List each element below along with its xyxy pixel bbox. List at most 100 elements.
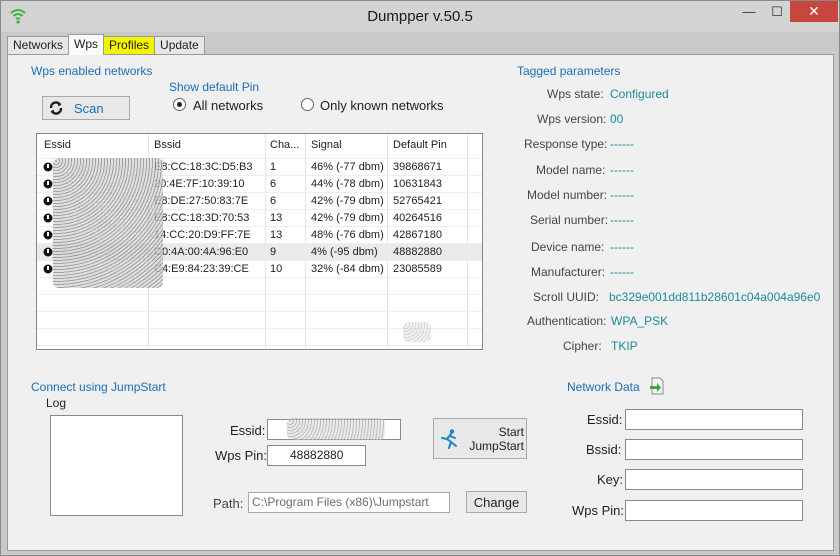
cell-channel: 6 <box>270 178 277 190</box>
cell-bssid: E8:DE:27:50:83:7E <box>154 195 249 207</box>
radio-only-known[interactable] <box>301 98 314 111</box>
manufacturer-label: Manufacturer: <box>531 265 606 279</box>
wifi-lock-icon <box>43 264 53 274</box>
model-number-label: Model number: <box>527 188 608 202</box>
radio-selected-dot <box>177 102 182 107</box>
cell-channel: 9 <box>270 246 277 258</box>
path-label: Path: <box>213 496 244 511</box>
column-header-signal[interactable]: Signal <box>311 139 342 151</box>
cell-default-pin: 48882880 <box>393 246 442 258</box>
radio-all-networks[interactable] <box>173 98 186 111</box>
column-header-channel[interactable]: Cha... <box>270 139 299 151</box>
cell-signal: 46% (-77 dbm) <box>311 161 384 173</box>
wps-networks-table[interactable]: Essid Bssid Cha... Signal Default Pin E8… <box>36 133 483 350</box>
table-row-empty <box>37 345 482 349</box>
redacted-essid-blur <box>287 418 385 440</box>
cell-signal: 48% (-76 dbm) <box>311 229 384 241</box>
jumpstart-essid-label: Essid: <box>230 423 266 438</box>
manufacturer-value: ------ <box>610 265 634 279</box>
response-type-value: ------ <box>610 137 634 151</box>
change-path-button[interactable]: Change <box>466 491 527 513</box>
minimize-button[interactable]: — <box>735 1 763 22</box>
cell-signal: 4% (-95 dbm) <box>311 246 378 258</box>
log-textbox[interactable] <box>50 415 183 516</box>
cell-default-pin: 23085589 <box>393 263 442 275</box>
model-name-value: ------ <box>610 163 634 177</box>
column-header-essid[interactable]: Essid <box>44 139 71 151</box>
cell-signal: 42% (-79 dbm) <box>311 195 384 207</box>
device-name-value: ------ <box>610 240 634 254</box>
app-window: Dumpper v.50.5 — ☐ ✕ Networks Wps Profil… <box>0 0 840 556</box>
export-document-icon[interactable] <box>648 377 666 395</box>
authentication-label: Authentication: <box>527 314 607 328</box>
tab-strip: Networks Wps Profiles Update <box>7 34 205 55</box>
network-key-field[interactable] <box>625 469 803 490</box>
network-wps-pin-field[interactable] <box>625 500 803 521</box>
cipher-label: Cipher: <box>563 339 602 353</box>
cell-signal: 32% (-84 dbm) <box>311 263 384 275</box>
wifi-lock-icon <box>43 247 53 257</box>
column-header-bssid[interactable]: Bssid <box>154 139 181 151</box>
cell-signal: 42% (-79 dbm) <box>311 212 384 224</box>
tab-wps[interactable]: Wps <box>68 34 105 55</box>
serial-number-label: Serial number: <box>530 213 609 227</box>
scan-button[interactable]: Scan <box>42 96 130 120</box>
tab-profiles[interactable]: Profiles <box>103 36 156 55</box>
network-essid-field[interactable] <box>625 409 803 430</box>
cell-channel: 10 <box>270 263 283 275</box>
table-header: Essid Bssid Cha... Signal Default Pin <box>37 134 482 158</box>
wps-state-label: Wps state: <box>547 87 604 101</box>
redacted-essid-blur <box>53 158 163 288</box>
cell-default-pin: 10631843 <box>393 178 442 190</box>
cell-channel: 6 <box>270 195 277 207</box>
serial-number-value: ------ <box>610 213 634 227</box>
network-wps-pin-label: Wps Pin: <box>572 503 625 518</box>
cell-default-pin: 52765421 <box>393 195 442 207</box>
title-bar[interactable]: Dumpper v.50.5 — ☐ ✕ <box>1 1 839 32</box>
scan-label: Scan <box>74 100 104 116</box>
cell-signal: 44% (-78 dbm) <box>311 178 384 190</box>
response-type-label: Response type: <box>524 137 608 151</box>
maximize-button[interactable]: ☐ <box>763 1 791 22</box>
redacted-blur <box>403 322 431 342</box>
scroll-uuid-label: Scroll UUID: <box>533 290 600 304</box>
tab-networks[interactable]: Networks <box>7 36 70 55</box>
start-jumpstart-button[interactable]: Start JumpStart <box>433 418 527 459</box>
wifi-lock-icon <box>43 213 53 223</box>
cell-bssid: E8:CC:18:3C:D5:B3 <box>154 161 253 173</box>
close-button[interactable]: ✕ <box>790 1 838 22</box>
window-title: Dumpper v.50.5 <box>367 8 473 25</box>
radio-all-networks-label[interactable]: All networks <box>193 98 263 113</box>
tagged-parameters-title: Tagged parameters <box>517 64 621 78</box>
wps-networks-title: Wps enabled networks <box>31 64 153 78</box>
cell-channel: 1 <box>270 161 277 173</box>
cipher-value: TKIP <box>611 339 638 353</box>
cell-bssid: C4:E9:84:23:39:CE <box>154 263 249 275</box>
table-row-empty <box>37 294 482 311</box>
jumpstart-wps-pin-label: Wps Pin: <box>215 448 268 463</box>
column-header-default-pin[interactable]: Default Pin <box>393 139 447 151</box>
radio-only-known-label[interactable]: Only known networks <box>320 98 444 113</box>
network-key-label: Key: <box>597 472 624 487</box>
cell-bssid: 14:CC:20:D9:FF:7E <box>154 229 251 241</box>
authentication-value: WPA_PSK <box>611 314 669 328</box>
network-bssid-label: Bssid: <box>586 442 622 457</box>
cell-channel: 13 <box>270 229 283 241</box>
cell-default-pin: 39868671 <box>393 161 442 173</box>
show-default-pin-label: Show default Pin <box>169 80 260 94</box>
jumpstart-wps-pin-field[interactable]: 48882880 <box>267 445 366 466</box>
network-bssid-field[interactable] <box>625 439 803 460</box>
wifi-lock-icon <box>43 196 53 206</box>
path-field[interactable]: C:\Program Files (x86)\Jumpstart <box>248 492 450 513</box>
start-label: Start <box>498 424 524 439</box>
scroll-uuid-value: bc329e001dd811b28601c04a004a96e0 <box>609 290 821 304</box>
cell-bssid: 20:4E:7F:10:39:10 <box>154 178 245 190</box>
wifi-lock-icon <box>43 230 53 240</box>
wps-state-value: Configured <box>610 87 669 101</box>
log-label: Log <box>46 396 67 410</box>
tab-update[interactable]: Update <box>154 36 205 55</box>
model-number-value: ------ <box>610 188 634 202</box>
cell-default-pin: 40264516 <box>393 212 442 224</box>
jumpstart-runner-icon <box>441 428 457 449</box>
cell-bssid: C0:4A:00:4A:96:E0 <box>154 246 249 258</box>
